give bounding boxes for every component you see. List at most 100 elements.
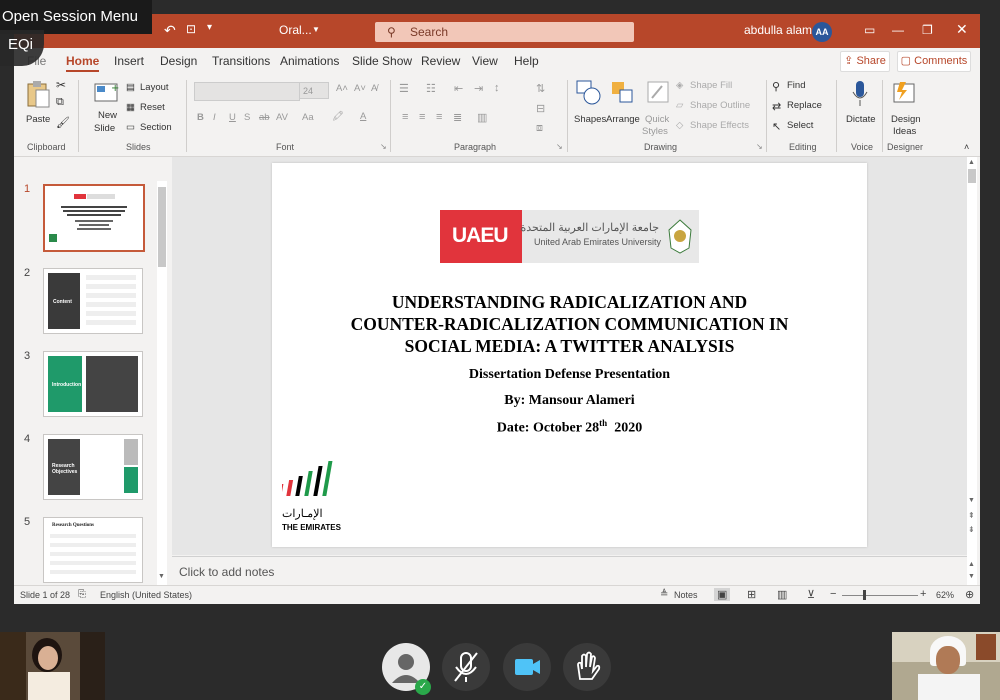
reset-button[interactable]: Reset [140,102,165,113]
slide-1[interactable]: UAEU جامعة الإمارات العربية المتحدة Unit… [272,163,867,547]
camera-toggle-button[interactable] [503,643,551,691]
section-icon[interactable]: ▭ [126,122,135,133]
font-size-input[interactable]: 24 [299,82,329,99]
dictate-button[interactable]: Dictate [846,114,876,125]
shape-outline-icon[interactable]: ▱ [676,100,683,111]
restore-icon[interactable]: ❐ [922,23,933,37]
slide-thumbnail-5[interactable]: Research Questions [43,517,143,583]
justify-icon[interactable]: ≣ [453,111,462,124]
zoom-slider-thumb[interactable] [863,590,866,600]
increase-indent-icon[interactable]: ⇥ [474,82,483,95]
normal-view-icon[interactable]: ▣ [714,588,731,601]
tab-insert[interactable]: Insert [114,54,144,68]
shape-effects-icon[interactable]: ◇ [676,120,683,131]
scroll-down-icon[interactable]: ▼ [968,497,975,504]
align-left-icon[interactable]: ≡ [402,111,408,123]
reset-icon[interactable]: ▦ [126,102,135,113]
strikethrough-button[interactable]: ab [259,112,270,123]
highlight-icon[interactable]: 🖍 [332,111,344,122]
tab-home[interactable]: Home [66,54,100,72]
paragraph-dialog-icon[interactable]: ↘ [556,142,563,151]
slide-thumbnail-4[interactable]: Research Objectives [43,434,143,500]
replace-button[interactable]: Replace [787,100,822,111]
shape-fill-button[interactable]: Shape Fill [690,80,732,91]
slide-thumbnail-2[interactable]: Content [43,268,143,334]
clear-formatting-icon[interactable]: A̸ [371,83,377,94]
scrollbar-thumb[interactable] [968,169,976,183]
spelling-check-icon[interactable]: ⎘ [78,589,86,600]
smartart-icon[interactable]: ⧈ [536,122,543,135]
select-button[interactable]: Select [787,120,813,131]
notes-icon[interactable]: ≜ [660,589,668,600]
text-shadow-button[interactable]: S [244,112,250,123]
quick-styles-label-2[interactable]: Styles [642,126,668,137]
layout-icon[interactable]: ▤ [126,82,135,93]
find-button[interactable]: Find [787,80,805,91]
tab-help[interactable]: Help [514,54,539,68]
columns-icon[interactable]: ▥ [477,111,487,124]
notes-scroll-up-icon[interactable]: ▲ [968,561,975,568]
find-icon[interactable]: ⚲ [772,80,780,93]
font-color-icon[interactable]: A [360,111,366,122]
search-box[interactable]: ⚲ Search [375,22,634,42]
fit-to-window-icon[interactable]: ⊕ [965,588,974,601]
new-slide-icon[interactable]: + [94,80,120,104]
tab-animations[interactable]: Animations [280,54,339,68]
format-painter-icon[interactable]: 🖌 [56,116,70,129]
arrange-icon[interactable] [610,80,636,106]
change-case-button[interactable]: Aa [302,112,314,123]
close-icon[interactable]: ✕ [956,21,968,38]
cut-icon[interactable]: ✂ [56,78,66,92]
user-avatar[interactable]: AA [812,22,832,42]
share-button[interactable]: ⇪ Share [840,51,890,72]
document-name[interactable]: Oral... [279,23,312,37]
notes-toggle[interactable]: Notes [674,590,698,600]
scroll-down-icon[interactable]: ▼ [158,573,165,580]
align-right-icon[interactable]: ≡ [436,111,442,123]
slide-sorter-icon[interactable]: ⊞ [747,588,756,601]
shapes-label[interactable]: Shapes [574,114,606,125]
zoom-in-icon[interactable]: + [920,588,926,600]
notes-scroll-down-icon[interactable]: ▼ [968,573,975,580]
shrink-font-icon[interactable]: A˅ [354,83,366,94]
design-ideas-label-1[interactable]: Design [891,114,921,125]
bullets-icon[interactable]: ☰ [399,82,409,95]
shape-outline-button[interactable]: Shape Outline [690,100,750,111]
tab-design[interactable]: Design [160,54,197,68]
tab-review[interactable]: Review [421,54,460,68]
present-icon[interactable]: ⊡ [186,22,196,36]
language-indicator[interactable]: English (United States) [100,590,192,600]
align-center-icon[interactable]: ≡ [419,111,425,123]
new-slide-label-1[interactable]: New [98,110,117,121]
minimize-icon[interactable]: — [892,23,904,37]
select-icon[interactable]: ↖ [772,120,781,133]
raise-hand-button[interactable] [563,643,611,691]
ribbon-display-icon[interactable]: ▭ [864,23,875,37]
shape-fill-icon[interactable]: ◈ [676,80,683,91]
grow-font-icon[interactable]: A˄ [336,83,348,94]
zoom-out-icon[interactable]: − [830,588,836,600]
underline-button[interactable]: U [229,112,236,123]
paste-icon[interactable] [25,80,51,110]
customize-toolbar-icon[interactable]: ▾ [207,22,212,33]
align-text-icon[interactable]: ⊟ [536,102,545,115]
text-direction-icon[interactable]: ⇅ [536,82,545,95]
slide-thumbnail-1[interactable] [43,184,145,252]
shapes-icon[interactable] [576,80,602,106]
mute-microphone-button[interactable] [442,643,490,691]
scroll-up-icon[interactable]: ▲ [968,159,975,166]
decrease-indent-icon[interactable]: ⇤ [454,82,463,95]
font-dialog-icon[interactable]: ↘ [380,142,387,151]
doc-menu-chevron-icon[interactable]: ▼ [312,25,320,34]
slide-scrollbar[interactable]: ▲ ▼ ⇞ ⇟ ▲ ▼ [967,157,977,585]
reading-view-icon[interactable]: ▥ [777,588,787,601]
thumbnails-scrollbar[interactable]: ▼ [157,181,167,585]
tab-transitions[interactable]: Transitions [212,54,270,68]
scrollbar-thumb[interactable] [158,187,166,267]
line-spacing-icon[interactable]: ↕ [494,82,500,94]
quick-styles-label-1[interactable]: Quick [645,114,669,125]
section-button[interactable]: Section [140,122,172,133]
numbering-icon[interactable]: ☷ [426,82,436,95]
new-slide-label-2[interactable]: Slide [94,123,115,134]
undo-icon[interactable]: ↶ [164,22,176,39]
